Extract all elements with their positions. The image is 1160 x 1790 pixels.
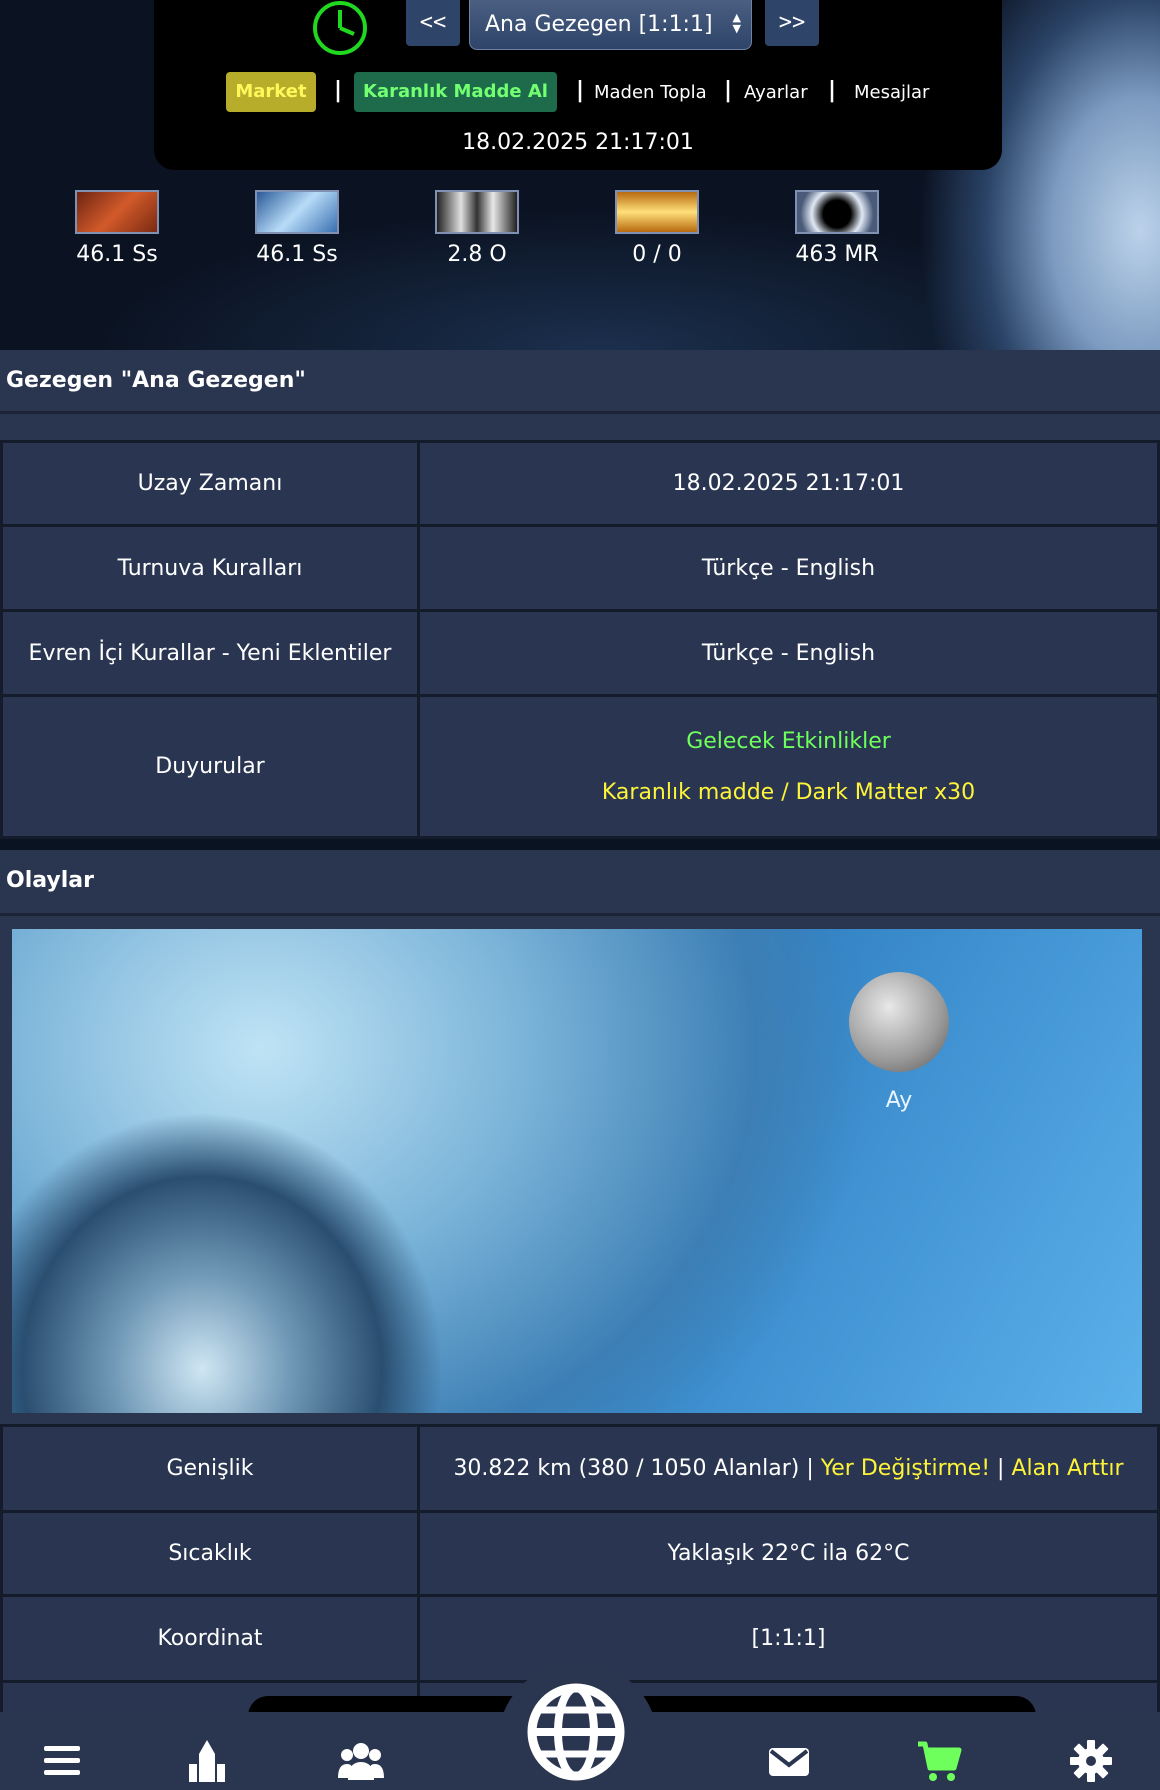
resource-value: 2.8 O bbox=[447, 242, 507, 267]
prev-planet-button[interactable]: << bbox=[406, 0, 460, 46]
resource-metal[interactable]: 46.1 Ss bbox=[57, 190, 177, 267]
announcements-cell: Gelecek Etkinlikler Karanlık madde / Dar… bbox=[417, 694, 1160, 839]
planet-image: Ay bbox=[12, 929, 1142, 1413]
resource-crystal[interactable]: 46.1 Ss bbox=[237, 190, 357, 267]
row-label: Duyurular bbox=[0, 694, 420, 839]
relocate-link[interactable]: Yer Değiştirme! bbox=[821, 1456, 990, 1481]
messages-link[interactable]: Mesajlar bbox=[854, 82, 929, 103]
next-planet-button[interactable]: >> bbox=[765, 0, 819, 46]
row-value: 18.02.2025 21:17:01 bbox=[417, 440, 1160, 527]
dark-matter-event-link[interactable]: Karanlık madde / Dark Matter x30 bbox=[420, 780, 1157, 805]
moon-icon[interactable] bbox=[849, 972, 949, 1072]
row-value: Yaklaşık 22°C ila 62°C bbox=[417, 1510, 1160, 1597]
menu-icon[interactable] bbox=[40, 1738, 86, 1784]
row-label: Uzay Zamanı bbox=[0, 440, 420, 527]
tournament-rules-link[interactable]: Turnuva Kuralları bbox=[0, 524, 420, 612]
table-row: Genişlik 30.822 km (380 / 1050 Alanlar) … bbox=[0, 1424, 1160, 1513]
universe-rules-link[interactable]: Evren İçi Kurallar - Yeni Eklentiler bbox=[0, 609, 420, 697]
menu-separator: | bbox=[724, 78, 733, 103]
menu-separator: | bbox=[828, 78, 837, 103]
building-icon[interactable] bbox=[184, 1738, 230, 1784]
resource-value: 46.1 Ss bbox=[256, 242, 338, 267]
alliance-icon[interactable] bbox=[338, 1738, 384, 1784]
menu-separator: | bbox=[334, 78, 343, 103]
link-separator: | bbox=[997, 1456, 1005, 1481]
planet-info-table: Uzay Zamanı 18.02.2025 21:17:01 Turnuva … bbox=[0, 440, 1160, 839]
menu-separator: | bbox=[576, 78, 585, 103]
top-header: << Ana Gezegen [1:1:1] ▲ ▼ >> Market | Ka… bbox=[154, 0, 1002, 170]
radar-clock-icon[interactable] bbox=[308, 0, 372, 60]
resource-energy[interactable]: 0 / 0 bbox=[597, 190, 717, 267]
diameter-cell: 30.822 km (380 / 1050 Alanlar) | Yer Değ… bbox=[417, 1424, 1160, 1513]
mail-icon[interactable] bbox=[766, 1738, 812, 1784]
server-time: 18.02.2025 21:17:01 bbox=[462, 130, 694, 155]
dark-matter-icon bbox=[795, 190, 879, 234]
select-arrows-icon: ▲ ▼ bbox=[732, 11, 741, 35]
planet-select-value: Ana Gezegen [1:1:1] bbox=[485, 12, 713, 37]
table-row: Uzay Zamanı 18.02.2025 21:17:01 bbox=[0, 440, 1160, 527]
resource-value: 0 / 0 bbox=[632, 242, 682, 267]
buy-dark-matter-button[interactable]: Karanlık Madde Al bbox=[354, 72, 557, 112]
crystal-icon bbox=[255, 190, 339, 234]
settings-link[interactable]: Ayarlar bbox=[744, 82, 808, 103]
metal-icon bbox=[75, 190, 159, 234]
row-label: Sıcaklık bbox=[0, 1510, 420, 1597]
resource-value: 46.1 Ss bbox=[76, 242, 158, 267]
gear-icon[interactable] bbox=[1068, 1738, 1114, 1784]
resource-deuterium[interactable]: 2.8 O bbox=[417, 190, 537, 267]
top-menu: Market | Karanlık Madde Al | Maden Topla… bbox=[154, 72, 1002, 116]
spacer-row bbox=[0, 414, 1160, 440]
coordinates-value[interactable]: [1:1:1] bbox=[417, 1594, 1160, 1683]
table-row: Turnuva Kuralları Türkçe - English bbox=[0, 524, 1160, 612]
events-section-title: Olaylar bbox=[0, 850, 1160, 916]
resource-dark-matter[interactable]: 463 MR bbox=[777, 190, 897, 267]
energy-icon bbox=[615, 190, 699, 234]
market-button[interactable]: Market bbox=[226, 72, 316, 112]
row-label: Genişlik bbox=[0, 1424, 420, 1513]
diameter-value: 30.822 km (380 / 1050 Alanlar) | bbox=[453, 1456, 814, 1481]
cart-icon[interactable] bbox=[916, 1738, 962, 1784]
collect-resources-link[interactable]: Maden Topla bbox=[594, 82, 707, 103]
planet-section-title: Gezegen "Ana Gezegen" bbox=[0, 350, 1160, 414]
table-row: Evren İçi Kurallar - Yeni Eklentiler Tür… bbox=[0, 609, 1160, 697]
table-row: Duyurular Gelecek Etkinlikler Karanlık m… bbox=[0, 694, 1160, 839]
moon-label[interactable]: Ay bbox=[849, 1088, 949, 1113]
resource-value: 463 MR bbox=[795, 242, 879, 267]
row-label: Koordinat bbox=[0, 1594, 420, 1683]
table-row: Sıcaklık Yaklaşık 22°C ila 62°C bbox=[0, 1510, 1160, 1597]
tournament-rules-languages[interactable]: Türkçe - English bbox=[417, 524, 1160, 612]
deuterium-icon bbox=[435, 190, 519, 234]
expand-fields-link[interactable]: Alan Arttır bbox=[1011, 1456, 1123, 1481]
universe-rules-languages[interactable]: Türkçe - English bbox=[417, 609, 1160, 697]
planet-select[interactable]: Ana Gezegen [1:1:1] ▲ ▼ bbox=[469, 0, 752, 50]
upcoming-events-link[interactable]: Gelecek Etkinlikler bbox=[420, 729, 1157, 754]
globe-icon[interactable] bbox=[524, 1680, 628, 1784]
